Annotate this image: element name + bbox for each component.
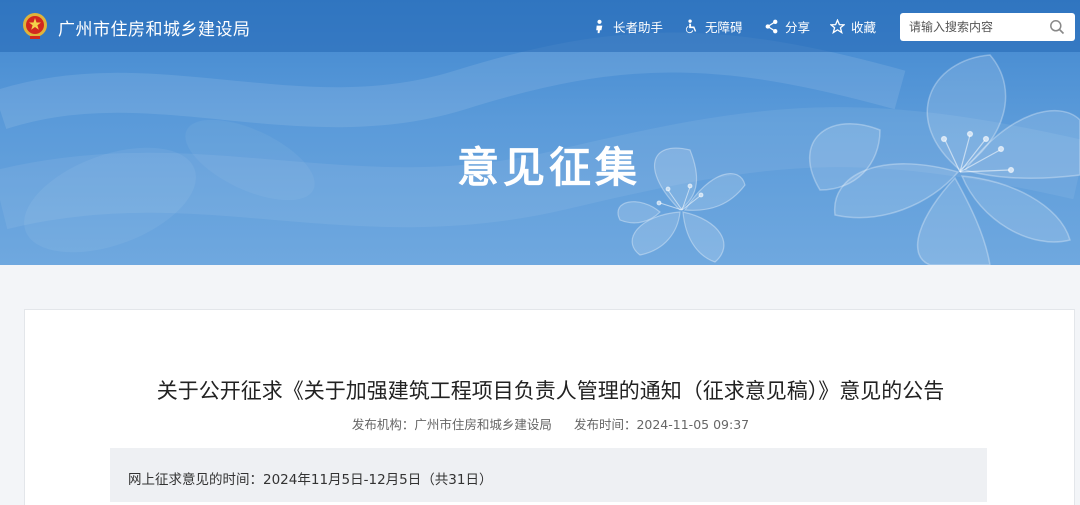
article-card: 关于公开征求《关于加强建筑工程项目负责人管理的通知（征求意见稿）》意见的公告 发… bbox=[24, 309, 1075, 505]
publish-time-value: 2024-11-05 09:37 bbox=[636, 417, 750, 432]
consultation-period-box: 网上征求意见的时间：2024年11月5日-12月5日（共31日） bbox=[110, 448, 987, 502]
article-meta: 发布机构：广州市住房和城乡建设局 发布时间：2024-11-05 09:37 bbox=[25, 414, 1076, 433]
share-button[interactable]: 分享 bbox=[764, 17, 810, 36]
favorite-label: 收藏 bbox=[851, 20, 877, 35]
publish-time-label: 发布时间： bbox=[573, 417, 637, 432]
national-emblem-icon[interactable] bbox=[22, 12, 48, 40]
search-input[interactable] bbox=[909, 20, 1049, 34]
share-label: 分享 bbox=[785, 20, 811, 35]
consultation-period-text: 网上征求意见的时间：2024年11月5日-12月5日（共31日） bbox=[128, 472, 493, 488]
elder-assistant-button[interactable]: 长者助手 bbox=[592, 17, 663, 36]
accessibility-label: 无障碍 bbox=[705, 20, 743, 35]
banner: 广州市住房和城乡建设局 长者助手 无障碍 分享 收藏 请输入搜索内容 意见征集 bbox=[0, 0, 1080, 265]
search-icon[interactable] bbox=[1049, 19, 1065, 35]
share-icon bbox=[765, 19, 778, 34]
search-box bbox=[900, 13, 1075, 41]
publisher-value: 广州市住房和城乡建设局 bbox=[414, 417, 552, 432]
publisher-label: 发布机构： bbox=[351, 417, 415, 432]
banner-title: 意见征集 bbox=[456, 143, 641, 192]
article-title: 关于公开征求《关于加强建筑工程项目负责人管理的通知（征求意见稿）》意见的公告 bbox=[156, 379, 945, 403]
accessibility-button[interactable]: 无障碍 bbox=[684, 17, 743, 36]
elder-assistant-icon bbox=[596, 19, 603, 34]
elder-assistant-label: 长者助手 bbox=[613, 20, 664, 35]
favorite-button[interactable]: 收藏 bbox=[830, 17, 876, 36]
accessibility-icon bbox=[685, 19, 697, 34]
site-name[interactable]: 广州市住房和城乡建设局 bbox=[58, 15, 251, 40]
top-navigation-bar: 广州市住房和城乡建设局 长者助手 无障碍 分享 收藏 请输入搜索内容 bbox=[0, 0, 1080, 52]
star-icon bbox=[830, 19, 845, 34]
